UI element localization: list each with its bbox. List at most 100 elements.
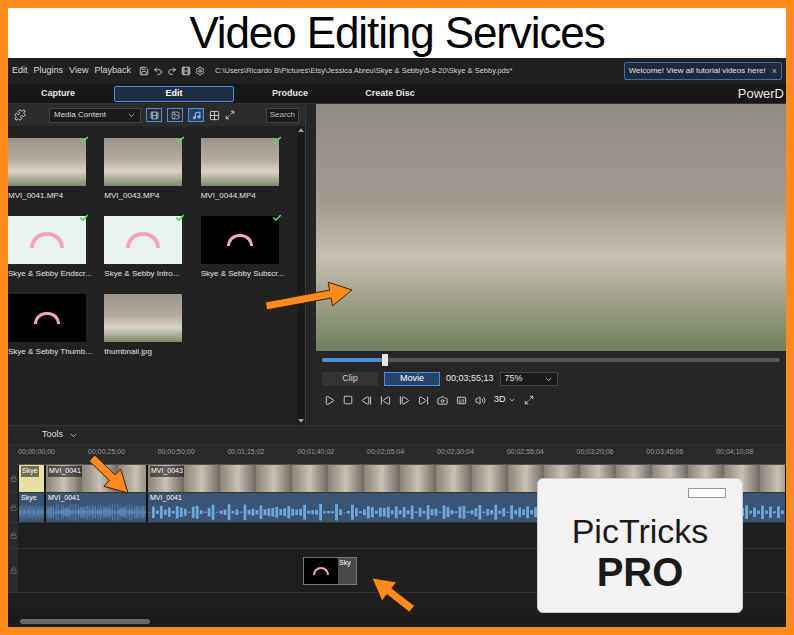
mode-button[interactable]: Clip xyxy=(322,372,378,386)
mode-tab[interactable]: Create Disc xyxy=(340,86,440,102)
library-toolbar: Media Content Search xyxy=(8,104,305,126)
save-icon[interactable] xyxy=(139,66,149,76)
notification-close[interactable]: × xyxy=(772,67,777,76)
waveform-icon xyxy=(46,503,146,521)
check-icon xyxy=(272,135,282,145)
menu-item[interactable]: View xyxy=(69,64,88,78)
scrub-bar[interactable] xyxy=(316,351,786,369)
media-label: MVI_0041.MP4 xyxy=(8,190,63,202)
filter-button[interactable] xyxy=(146,108,162,122)
timeline-toolbar: Tools xyxy=(8,425,786,445)
mode-tab[interactable]: Edit xyxy=(114,86,234,102)
media-item[interactable]: Skye & Sebby Subscr... xyxy=(201,216,297,280)
media-item[interactable]: thumbnail.jpg xyxy=(104,294,200,358)
fast-forward-icon[interactable] xyxy=(418,395,429,406)
next-frame-icon[interactable] xyxy=(399,395,410,406)
media-thumbnail xyxy=(104,216,182,264)
check-icon xyxy=(175,213,185,223)
clip-label: MVI_0043 xyxy=(150,466,184,477)
banner-title: Video Editing Services xyxy=(189,11,604,55)
notification[interactable]: Welcome! View all tutorial videos here! × xyxy=(624,62,782,80)
title-clip[interactable]: Sky xyxy=(303,557,357,585)
ruler-label: 00;00;25;00 xyxy=(88,445,158,464)
track-header[interactable] xyxy=(8,493,18,522)
three-d-button[interactable]: 3D xyxy=(494,393,516,407)
menu-item[interactable]: Playback xyxy=(94,64,131,78)
media-item[interactable]: MVI_0044.MP4 xyxy=(201,138,297,202)
rewind-icon[interactable] xyxy=(380,395,391,406)
filter-button[interactable] xyxy=(188,108,204,122)
media-item[interactable]: MVI_0043.MP4 xyxy=(104,138,200,202)
previous-frame-icon[interactable] xyxy=(361,395,372,406)
expand-icon[interactable] xyxy=(225,110,235,120)
media-label: MVI_0044.MP4 xyxy=(201,190,256,202)
snapshot-icon[interactable] xyxy=(437,395,448,406)
timeline-scrollbar[interactable] xyxy=(8,615,786,627)
media-label: Skye & Sebby Intro... xyxy=(104,268,179,280)
settings-icon[interactable] xyxy=(195,66,205,76)
lock-icon[interactable] xyxy=(10,475,17,482)
transport-controls: 3D xyxy=(316,389,786,411)
media-item[interactable]: Skye & Sebby Endscr... xyxy=(8,216,104,280)
subtitles-icon[interactable] xyxy=(456,395,467,406)
lock-icon[interactable] xyxy=(10,532,17,539)
watermark-logo: PicTricksPRO xyxy=(537,478,743,613)
library-scrollbar[interactable] xyxy=(297,126,305,425)
redo-icon[interactable] xyxy=(167,66,177,76)
waveform-icon xyxy=(19,503,44,521)
lock-icon[interactable] xyxy=(10,504,17,511)
preview-frame xyxy=(316,104,786,351)
plugin-icon[interactable] xyxy=(14,109,26,121)
media-label: Skye & Sebby Endscr... xyxy=(8,268,92,280)
filter-button[interactable] xyxy=(167,108,183,122)
grid-icon[interactable] xyxy=(209,110,220,121)
ruler-label: 00;03;20;06 xyxy=(577,445,647,464)
quick-toolbar xyxy=(139,66,205,76)
menu-item[interactable]: Plugins xyxy=(34,64,64,78)
clip-label: Sky xyxy=(338,558,352,584)
play-icon[interactable] xyxy=(324,395,335,406)
timecode: 00;03;55;13 xyxy=(446,372,494,386)
media-label: thumbnail.jpg xyxy=(104,346,152,358)
tools-menu[interactable]: Tools xyxy=(42,428,63,442)
media-thumbnail xyxy=(201,138,279,186)
audio-clip[interactable]: Skye xyxy=(18,493,45,522)
ruler-label: 00;01;40;02 xyxy=(297,445,367,464)
track-header[interactable] xyxy=(8,549,18,592)
mode-tabs: CaptureEditProduceCreate DiscPowerD xyxy=(8,84,786,104)
video-clip[interactable]: Skye xyxy=(18,465,45,492)
media-thumbnail xyxy=(104,138,182,186)
fullscreen-icon[interactable] xyxy=(524,395,534,405)
notification-text[interactable]: Welcome! View all tutorial videos here! xyxy=(629,65,766,77)
ruler-label: 00;01;15;02 xyxy=(227,445,297,464)
zoom-dropdown[interactable]: 75% xyxy=(500,372,558,386)
clip-label: MVI_0041 xyxy=(46,493,146,503)
media-item[interactable]: MVI_0041.MP4 xyxy=(8,138,104,202)
media-item[interactable]: Skye & Sebby Intro... xyxy=(104,216,200,280)
volume-icon[interactable] xyxy=(475,395,486,406)
film-icon[interactable] xyxy=(181,66,191,76)
mode-tab[interactable]: Produce xyxy=(240,86,340,102)
main-area: Media Content Search MVI_0041.MP4 MVI_0043.… xyxy=(8,104,786,425)
menu-item[interactable]: Edit xyxy=(12,64,28,78)
lock-icon[interactable] xyxy=(10,567,17,574)
check-icon xyxy=(272,213,282,223)
mode-button[interactable]: Movie xyxy=(384,372,440,386)
media-label: MVI_0043.MP4 xyxy=(104,190,159,202)
ruler-label: 00;02;55;04 xyxy=(507,445,577,464)
media-dropdown[interactable]: Media Content xyxy=(49,108,141,123)
media-item[interactable]: Skye & Sebby Thumb... xyxy=(8,294,104,358)
track-header[interactable] xyxy=(8,465,18,492)
stop-icon[interactable] xyxy=(343,395,353,405)
ruler-label: 00;02;30;04 xyxy=(437,445,507,464)
ruler[interactable]: 00;00;00;0000;00;25;0000;00;50;0000;01;1… xyxy=(8,445,786,465)
mode-tab[interactable]: Capture xyxy=(8,86,108,102)
logo-line1: PicTricks xyxy=(572,514,709,548)
chevron-icon[interactable] xyxy=(69,431,78,440)
undo-icon[interactable] xyxy=(153,66,163,76)
audio-clip[interactable]: MVI_0041 xyxy=(45,493,147,522)
video-clip[interactable]: MVI_0041 xyxy=(45,465,147,492)
track-header[interactable] xyxy=(8,523,18,548)
search-field[interactable]: Search xyxy=(266,108,299,123)
ruler-label: 00;00;50;00 xyxy=(158,445,228,464)
